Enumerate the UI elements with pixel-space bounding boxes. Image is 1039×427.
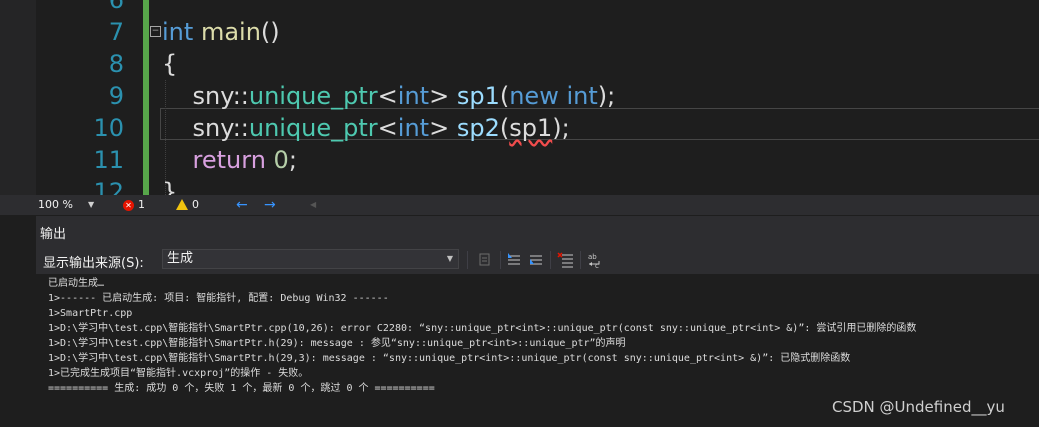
output-toolbar: 显示输出来源(S): 生成 ▼ ab c <box>36 246 1039 274</box>
zoom-level[interactable]: 100 % <box>38 195 73 215</box>
svg-text:c: c <box>595 262 599 270</box>
line-number: 6 <box>108 0 124 14</box>
nav-forward-icon[interactable]: → <box>264 195 276 215</box>
output-line[interactable]: 1>已完成生成项目“智能指针.vcxproj”的操作 - 失败。 <box>48 366 916 381</box>
prev-message-icon[interactable] <box>504 250 524 270</box>
code-line[interactable]: 9 sny::unique_ptr<int> sp1(new int); <box>0 80 1039 112</box>
line-number: 9 <box>108 82 124 110</box>
line-number: 12 <box>93 178 124 195</box>
nav-back-icon[interactable]: ← <box>236 195 248 215</box>
toolbar-separator <box>500 251 501 269</box>
dropdown-arrow-icon[interactable]: ▼ <box>88 195 94 215</box>
watermark-text: CSDN @Undefined__yu <box>832 398 1005 416</box>
svg-text:ab: ab <box>588 253 597 261</box>
output-line[interactable]: ========== 生成: 成功 0 个，失败 1 个，最新 0 个，跳过 0… <box>48 381 916 396</box>
output-source-label: 显示输出来源(S): <box>43 256 144 271</box>
code-text: } <box>162 178 178 195</box>
output-line[interactable]: 1>D:\学习中\test.cpp\智能指针\SmartPtr.cpp(10,2… <box>48 321 916 336</box>
code-line[interactable]: 11 return 0; <box>0 144 1039 176</box>
line-number: 8 <box>108 50 124 78</box>
output-source-select[interactable]: 生成 ▼ <box>162 249 459 269</box>
output-text[interactable]: 已启动生成… 1>------ 已启动生成: 项目: 智能指针, 配置: Debu… <box>48 276 916 396</box>
code-text: { <box>162 50 178 78</box>
code-text: return 0; <box>192 146 297 174</box>
next-message-icon[interactable] <box>526 250 546 270</box>
output-line[interactable]: 1>SmartPtr.cpp <box>48 306 916 321</box>
toolbar-separator <box>580 251 581 269</box>
code-text: int main() <box>162 18 280 46</box>
editor-status-bar: 100 % ▼ ✕ 1 0 ← → ◀ <box>0 195 1039 215</box>
warning-count[interactable]: 0 <box>192 195 199 215</box>
code-editor[interactable]: − 6 7 int main() 8{9 sny::unique_ptr<int> s… <box>0 0 1039 195</box>
code-line[interactable]: 8{ <box>0 48 1039 80</box>
output-panel-title: 输出 <box>40 227 67 242</box>
output-line[interactable]: 1>D:\学习中\test.cpp\智能指针\SmartPtr.h(29,3):… <box>48 351 916 366</box>
toolbar-separator <box>467 251 468 269</box>
output-line[interactable]: 1>------ 已启动生成: 项目: 智能指针, 配置: Debug Win3… <box>48 291 916 306</box>
code-line[interactable]: 12} <box>0 176 1039 195</box>
code-line[interactable]: 10 sny::unique_ptr<int> sp2(sp1); <box>0 112 1039 144</box>
error-count[interactable]: 1 <box>138 195 145 215</box>
line-number: 10 <box>93 114 124 142</box>
output-line[interactable]: 已启动生成… <box>48 276 916 291</box>
output-source-value: 生成 <box>167 251 194 266</box>
line-number: 11 <box>93 146 124 174</box>
line-number: 7 <box>108 18 124 46</box>
toolbar-separator <box>550 251 551 269</box>
output-panel-header: 输出 <box>36 216 1039 246</box>
warning-icon[interactable] <box>176 199 188 210</box>
error-squiggle[interactable]: sp1 <box>509 114 552 142</box>
code-text: sny::unique_ptr<int> sp2(sp1); <box>162 114 570 142</box>
find-message-icon[interactable] <box>476 250 496 270</box>
output-line[interactable]: 1>D:\学习中\test.cpp\智能指针\SmartPtr.h(29): m… <box>48 336 916 351</box>
code-line[interactable]: 7 int main() <box>0 16 1039 48</box>
code-line[interactable]: 6 <box>0 0 1039 16</box>
scroll-left-icon[interactable]: ◀ <box>310 195 316 215</box>
dropdown-arrow-icon: ▼ <box>446 254 453 263</box>
word-wrap-icon[interactable]: ab c <box>586 250 606 270</box>
code-text: sny::unique_ptr<int> sp1(new int); <box>162 82 616 110</box>
output-panel: 输出 显示输出来源(S): 生成 ▼ ab c 已启动生成… 1>------ 已启… <box>36 216 1039 427</box>
error-icon[interactable]: ✕ <box>123 200 134 211</box>
clear-all-icon[interactable] <box>556 250 576 270</box>
